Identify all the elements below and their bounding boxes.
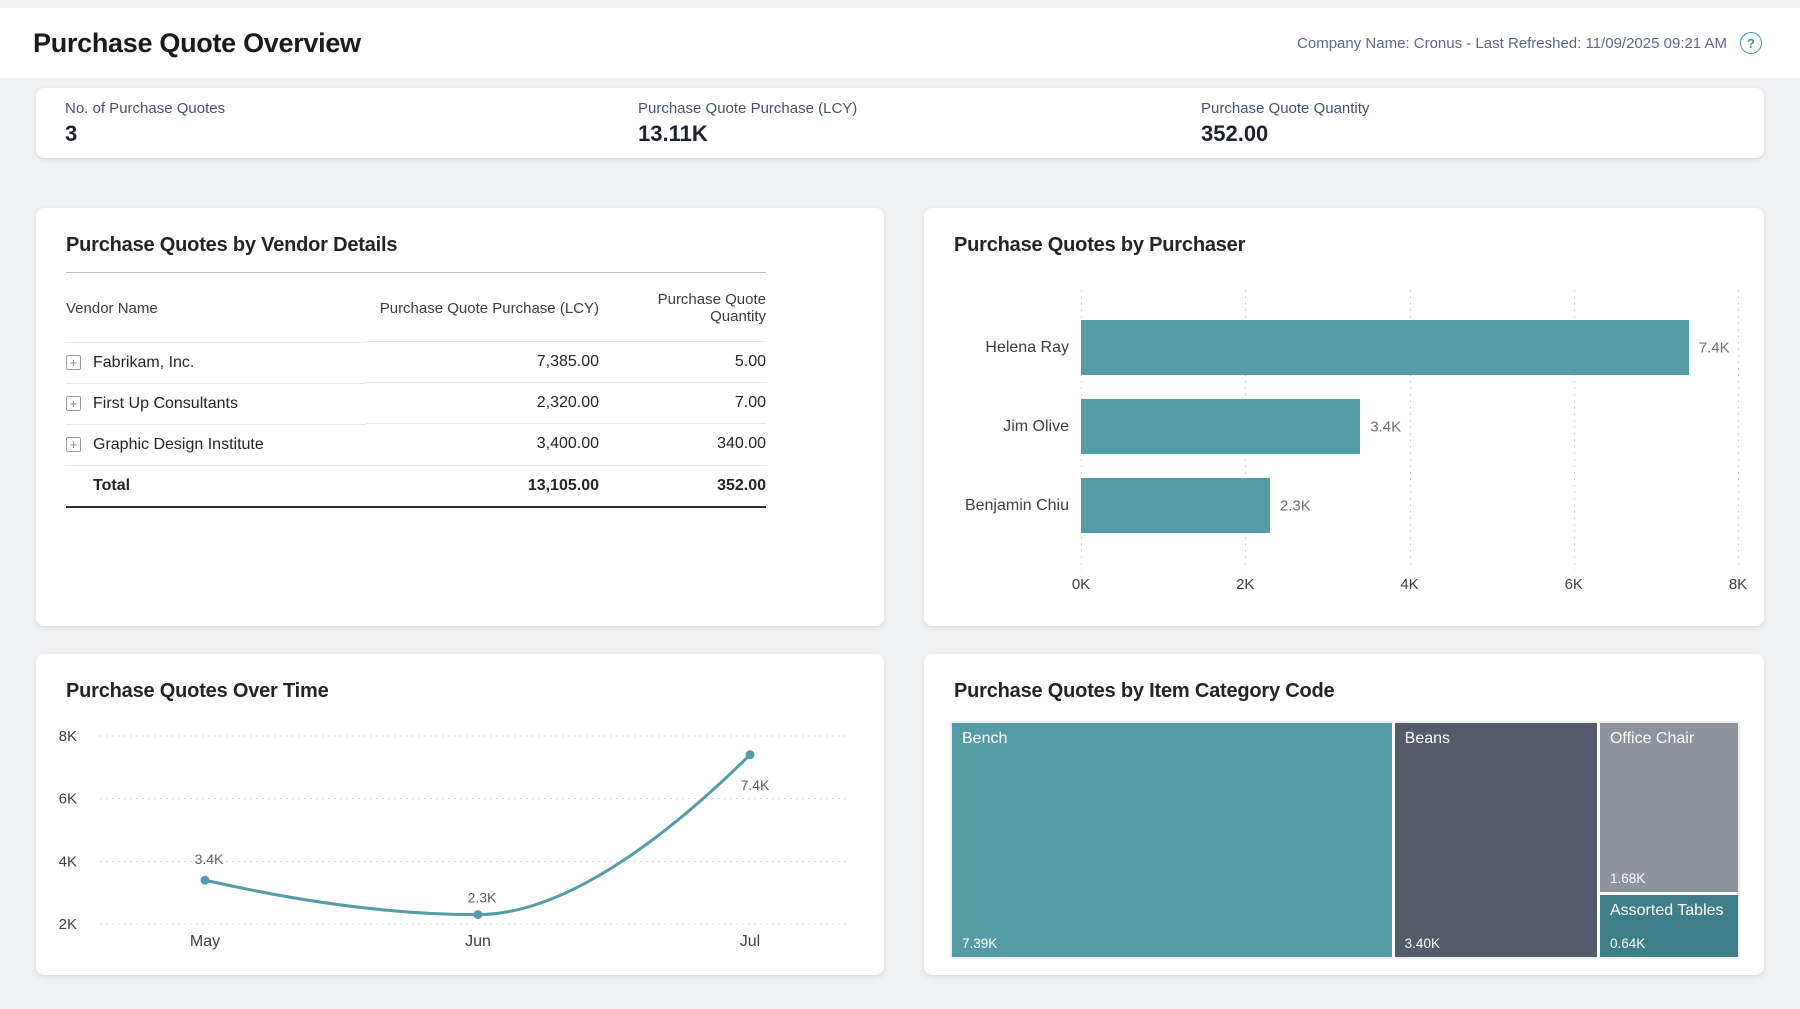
- page-title: Purchase Quote Overview: [33, 28, 361, 59]
- expand-row-icon[interactable]: +: [66, 396, 81, 411]
- card-title: Purchase Quotes by Purchaser: [954, 234, 1764, 257]
- treemap-plot-area: Bench 7.39K Beans 3.40K Office Chair 1.68K Ass…: [950, 721, 1740, 959]
- purchase-lcy-value: 2,320.00: [366, 383, 599, 424]
- table-total-row: Total 13,105.00 352.00: [66, 465, 766, 507]
- company-last-refreshed: Company Name: Cronus - Last Refreshed: 1…: [1297, 35, 1727, 52]
- kpi-label: No. of Purchase Quotes: [65, 100, 628, 117]
- y-axis-tick-label: 4K: [59, 853, 77, 870]
- treemap-block-value: 7.39K: [962, 936, 997, 951]
- kpi-purchase-quote-purchase-lcy[interactable]: Purchase Quote Purchase (LCY) 13.11K: [628, 88, 1201, 158]
- data-point[interactable]: [474, 910, 483, 919]
- data-point-label: 7.4K: [741, 777, 770, 793]
- kpi-value: 352.00: [1201, 121, 1764, 147]
- bar[interactable]: [1081, 478, 1270, 533]
- bar-category-label: Jim Olive: [1003, 399, 1069, 454]
- bar-value-label: 7.4K: [1699, 339, 1730, 356]
- y-axis-tick-label: 2K: [59, 916, 77, 933]
- purchase-lcy-value: 3,400.00: [366, 424, 599, 466]
- x-axis-tick-label: 2K: [1236, 576, 1254, 593]
- x-axis-tick-label: Jun: [465, 933, 491, 950]
- bar-category-label: Benjamin Chiu: [965, 478, 1069, 533]
- bar-chart-plot-area: Helena Ray7.4K Jim Olive3.4K Benjamin Chiu…: [1081, 290, 1738, 570]
- treemap-block-assorted-tables[interactable]: Assorted Tables 0.64K: [1600, 895, 1738, 957]
- kpi-no-of-purchase-quotes[interactable]: No. of Purchase Quotes 3: [36, 88, 628, 158]
- total-purchase: 13,105.00: [366, 465, 599, 507]
- data-point[interactable]: [746, 750, 755, 759]
- kpi-value: 13.11K: [638, 121, 1201, 147]
- vendor-details-card: Purchase Quotes by Vendor Details Vendor…: [36, 208, 884, 626]
- bar-value-label: 2.3K: [1280, 497, 1311, 514]
- bar-row: Jim Olive3.4K: [1081, 399, 1738, 454]
- header-meta: Company Name: Cronus - Last Refreshed: 1…: [1297, 32, 1762, 54]
- data-point[interactable]: [201, 876, 210, 885]
- data-point-label: 3.4K: [195, 851, 224, 867]
- total-quantity: 352.00: [599, 465, 766, 507]
- vendor-name: Graphic Design Institute: [93, 436, 264, 454]
- kpi-label: Purchase Quote Purchase (LCY): [638, 100, 1201, 117]
- bar-category-label: Helena Ray: [985, 320, 1069, 375]
- treemap-block-beans[interactable]: Beans 3.40K: [1395, 723, 1597, 957]
- vendor-name: Fabrikam, Inc.: [93, 354, 194, 372]
- treemap-block-value: 1.68K: [1610, 871, 1645, 886]
- kpi-purchase-quote-quantity[interactable]: Purchase Quote Quantity 352.00: [1201, 88, 1764, 158]
- gridline: [1738, 290, 1739, 570]
- help-icon[interactable]: ?: [1740, 32, 1762, 54]
- treemap-block-bench[interactable]: Bench 7.39K: [952, 723, 1392, 957]
- column-header-purchase-lcy[interactable]: Purchase Quote Purchase (LCY): [366, 273, 599, 342]
- purchaser-bar-chart-card: Purchase Quotes by Purchaser Helena Ray7…: [924, 208, 1764, 626]
- table-row[interactable]: + Fabrikam, Inc. 7,385.005.00: [66, 342, 766, 383]
- treemap-block-label: Assorted Tables: [1610, 902, 1724, 920]
- column-header-vendor-name[interactable]: Vendor Name: [66, 273, 366, 342]
- treemap-block-value: 0.64K: [1610, 936, 1645, 951]
- line-chart-plot-area: 2K 4K 6K 8K May Jun Jul 3.4K 2.3K 7.4K: [36, 654, 884, 975]
- bar-row: Benjamin Chiu2.3K: [1081, 478, 1738, 533]
- treemap-block-label: Office Chair: [1610, 730, 1694, 748]
- bar-value-label: 3.4K: [1370, 418, 1401, 435]
- treemap-block-label: Bench: [962, 730, 1007, 748]
- data-point-label: 2.3K: [468, 890, 497, 906]
- treemap-block-label: Beans: [1405, 730, 1450, 748]
- card-title: Purchase Quotes by Item Category Code: [954, 680, 1764, 703]
- quantity-value: 340.00: [599, 424, 766, 466]
- column-header-quantity[interactable]: Purchase Quote Quantity: [599, 273, 766, 342]
- card-title: Purchase Quotes by Vendor Details: [66, 234, 884, 257]
- x-axis-tick-label: 4K: [1400, 576, 1418, 593]
- total-label: Total: [66, 465, 366, 507]
- expand-row-icon[interactable]: +: [66, 437, 81, 452]
- purchase-lcy-value: 7,385.00: [366, 342, 599, 383]
- x-axis-tick-label: May: [190, 933, 220, 950]
- table-row[interactable]: + Graphic Design Institute 3,400.00340.00: [66, 424, 766, 466]
- vendor-table: Vendor Name Purchase Quote Purchase (LCY…: [66, 272, 766, 508]
- kpi-strip: No. of Purchase Quotes 3 Purchase Quote …: [36, 88, 1764, 158]
- treemap-block-office-chair[interactable]: Office Chair 1.68K: [1600, 723, 1738, 892]
- quantity-value: 7.00: [599, 383, 766, 424]
- bar[interactable]: [1081, 399, 1360, 454]
- x-axis-tick-label: 0K: [1072, 576, 1090, 593]
- kpi-value: 3: [65, 121, 628, 147]
- item-category-treemap-card: Purchase Quotes by Item Category Code Be…: [924, 654, 1764, 975]
- vendor-table-body: + Fabrikam, Inc. 7,385.005.00 + First Up Con…: [66, 342, 766, 466]
- vendor-name: First Up Consultants: [93, 395, 238, 413]
- bar-row: Helena Ray7.4K: [1081, 320, 1738, 375]
- header: Purchase Quote Overview Company Name: Cr…: [0, 8, 1800, 78]
- bar-chart-x-axis: 0K2K4K6K8K: [1081, 576, 1738, 596]
- bar[interactable]: [1081, 320, 1689, 375]
- x-axis-tick-label: 6K: [1565, 576, 1583, 593]
- kpi-label: Purchase Quote Quantity: [1201, 100, 1764, 117]
- treemap-right-column: Office Chair 1.68K Assorted Tables 0.64K: [1600, 723, 1738, 957]
- y-axis-tick-label: 6K: [59, 791, 77, 808]
- x-axis-tick-label: 8K: [1729, 576, 1747, 593]
- x-axis-tick-label: Jul: [740, 933, 760, 950]
- expand-row-icon[interactable]: +: [66, 355, 81, 370]
- quantity-value: 5.00: [599, 342, 766, 383]
- treemap-block-value: 3.40K: [1405, 936, 1440, 951]
- over-time-line-chart-card: Purchase Quotes Over Time 2K4K6K8KMayJun…: [36, 654, 884, 975]
- table-row[interactable]: + First Up Consultants 2,320.007.00: [66, 383, 766, 424]
- y-axis-tick-label: 8K: [59, 728, 77, 745]
